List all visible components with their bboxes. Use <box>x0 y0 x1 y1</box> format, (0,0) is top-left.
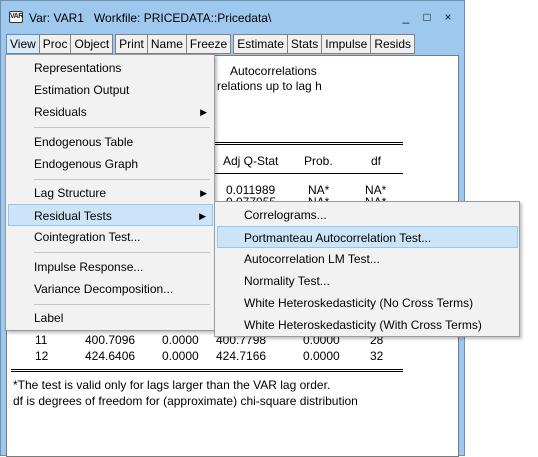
footnote-df: df is degrees of freedom for (approximat… <box>13 394 358 408</box>
window-title: Var: VAR1 Workfile: PRICEDATA::Pricedata… <box>29 11 272 25</box>
object-button[interactable]: Object <box>70 34 114 54</box>
menu-separator <box>34 127 210 128</box>
name-button[interactable]: Name <box>146 34 187 54</box>
col-header-df: df <box>371 154 382 168</box>
title-bar[interactable]: VAR Var: VAR1 Workfile: PRICEDATA::Price… <box>1 1 464 34</box>
view-menu: Representations Estimation Output Residu… <box>5 54 215 331</box>
menu-item-label[interactable]: Label <box>8 307 213 329</box>
submenu-arrow-icon: ▶ <box>199 211 206 221</box>
menu-item-cointegration-test[interactable]: Cointegration Test... <box>8 226 213 248</box>
menu-separator <box>34 252 210 253</box>
print-button[interactable]: Print <box>115 34 148 54</box>
view-button[interactable]: View <box>6 34 40 54</box>
estimate-button[interactable]: Estimate <box>233 34 288 54</box>
menu-item-endogenous-graph[interactable]: Endogenous Graph <box>8 153 213 175</box>
toolbar: View Proc Object Print Name Freeze Estim… <box>6 34 417 54</box>
menu-item-correlograms[interactable]: Correlograms... <box>217 204 518 226</box>
close-button[interactable]: × <box>440 9 456 25</box>
menu-item-white-no-cross-terms[interactable]: White Heteroskedasticity (No Cross Terms… <box>217 292 518 314</box>
row12-df: 32 <box>370 349 384 363</box>
menu-item-residuals[interactable]: Residuals ▶ <box>8 101 213 123</box>
minimize-button[interactable]: _ <box>398 9 414 25</box>
output-subtitle: relations up to lag h <box>217 79 322 93</box>
menu-item-white-with-cross-terms[interactable]: White Heteroskedasticity (With Cross Ter… <box>217 314 518 336</box>
resids-button[interactable]: Resids <box>370 34 415 54</box>
row12-adj-prob: 0.0000 <box>303 349 340 363</box>
menu-item-impulse-response[interactable]: Impulse Response... <box>8 256 213 278</box>
menu-item-variance-decomposition[interactable]: Variance Decomposition... <box>8 278 213 300</box>
row12-prob: 0.0000 <box>162 349 199 363</box>
menu-item-endogenous-table[interactable]: Endogenous Table <box>8 131 213 153</box>
menu-item-estimation-output[interactable]: Estimation Output <box>8 79 213 101</box>
footnote-valid-lags: *The test is valid only for lags larger … <box>13 378 331 392</box>
row12-lag: 12 <box>35 349 49 363</box>
menu-item-autocorrelation-lm-test[interactable]: Autocorrelation LM Test... <box>217 248 518 270</box>
menu-item-lag-structure[interactable]: Lag Structure ▶ <box>8 182 213 204</box>
menu-item-portmanteau-test[interactable]: Portmanteau Autocorrelation Test... <box>217 226 518 248</box>
row12-q-stat: 424.6406 <box>85 349 136 363</box>
var-app-icon: VAR <box>9 11 23 23</box>
submenu-arrow-icon: ▶ <box>200 107 207 117</box>
menu-item-residual-tests[interactable]: Residual Tests ▶ <box>8 204 213 226</box>
freeze-button[interactable]: Freeze <box>185 34 232 54</box>
proc-button[interactable]: Proc <box>38 34 72 54</box>
stats-button[interactable]: Stats <box>286 34 323 54</box>
col-header-adj-q-stat: Adj Q-Stat <box>223 154 279 168</box>
submenu-arrow-icon: ▶ <box>200 188 207 198</box>
row12-adj-q: 424.7166 <box>216 349 267 363</box>
row11-lag: 11 <box>35 333 48 347</box>
col-header-prob: Prob. <box>304 154 333 168</box>
menu-separator <box>34 304 210 305</box>
row11-q-stat: 400.7096 <box>85 333 136 347</box>
menu-separator <box>34 179 210 180</box>
output-title: Autocorrelations <box>230 64 317 78</box>
maximize-button[interactable]: □ <box>419 9 435 25</box>
menu-item-representations[interactable]: Representations <box>8 57 213 79</box>
menu-item-normality-test[interactable]: Normality Test... <box>217 270 518 292</box>
row11-prob: 0.0000 <box>162 333 199 347</box>
table-bottom-rule <box>11 369 403 372</box>
impulse-button[interactable]: Impulse <box>321 34 372 54</box>
residual-tests-submenu: Correlograms... Portmanteau Autocorrelat… <box>214 201 520 337</box>
